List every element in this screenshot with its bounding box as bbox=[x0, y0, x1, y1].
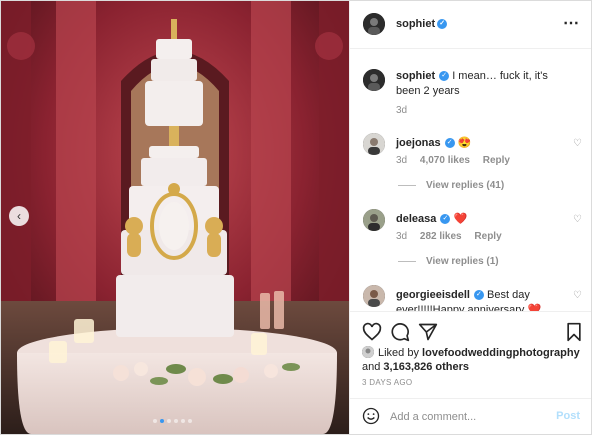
comment-text: georgieeisdell ✓ Best day ever!!!!!Happy … bbox=[396, 288, 568, 311]
verified-badge-icon: ✓ bbox=[473, 290, 484, 301]
post-comment-button[interactable]: Post bbox=[556, 410, 580, 422]
comment-text: deleasa ✓ ❤️ bbox=[396, 212, 568, 227]
post-author-username[interactable]: sophiet ✓ bbox=[396, 18, 448, 30]
post-actions-bar bbox=[350, 311, 591, 348]
likes-count[interactable]: 3,163,826 others bbox=[383, 361, 469, 373]
caption-username[interactable]: sophiet bbox=[396, 70, 435, 82]
post-side-panel: sophiet ✓ ⋯ sophiet ✓ I mean… fuck it, it'… bbox=[349, 1, 591, 434]
likes-and: and bbox=[362, 361, 381, 373]
red-heart-emoji-icon: ❤️ bbox=[453, 213, 468, 225]
verified-badge-icon: ✓ bbox=[440, 214, 451, 225]
carousel-prev-button[interactable]: ‹ bbox=[9, 206, 29, 226]
comment-meta: 3d 4,070 likes Reply bbox=[396, 155, 520, 166]
carousel-dot bbox=[153, 419, 157, 423]
avatar[interactable] bbox=[363, 133, 385, 155]
comment-likes[interactable]: 282 likes bbox=[420, 231, 462, 242]
comment-likes[interactable]: 4,070 likes bbox=[420, 155, 470, 166]
like-heart-icon[interactable] bbox=[362, 322, 382, 342]
sophiet-avatar-icon bbox=[363, 13, 385, 35]
more-options-icon[interactable]: ⋯ bbox=[563, 13, 580, 33]
share-paper-plane-icon[interactable] bbox=[418, 322, 438, 342]
liker-avatar-icon bbox=[362, 346, 374, 359]
comment-like-heart-icon[interactable]: ♡ bbox=[573, 214, 582, 225]
comments-list[interactable]: sophiet ✓ I mean… fuck it, it's been 2 ye… bbox=[350, 49, 591, 311]
carousel-dot bbox=[188, 419, 192, 423]
post-author-username-text: sophiet bbox=[396, 18, 436, 30]
deleasa-avatar-icon bbox=[363, 209, 385, 231]
avatar[interactable] bbox=[363, 209, 385, 231]
emoji-smiley-icon[interactable] bbox=[362, 407, 380, 425]
carousel-indicator bbox=[153, 419, 192, 423]
comment-composer: Post bbox=[350, 398, 591, 434]
carousel-dot bbox=[174, 419, 178, 423]
wedding-cake-image bbox=[1, 1, 349, 434]
verified-badge-icon: ✓ bbox=[437, 19, 448, 30]
verified-badge-icon: ✓ bbox=[444, 138, 455, 149]
comment-like-heart-icon[interactable]: ♡ bbox=[573, 138, 582, 149]
avatar[interactable] bbox=[362, 346, 374, 359]
comment-meta: 3d 282 likes Reply bbox=[396, 231, 512, 242]
joejonas-avatar-icon bbox=[363, 133, 385, 155]
caption-text: sophiet ✓ I mean… fuck it, it's been 2 ye… bbox=[396, 69, 568, 99]
carousel-dot bbox=[167, 419, 171, 423]
likes-prefix: Liked by bbox=[378, 347, 419, 359]
instagram-post: ‹ sophiet ✓ ⋯ sophiet ✓ I mean… fuck it, i… bbox=[0, 0, 592, 435]
comment-time[interactable]: 3d bbox=[396, 155, 407, 166]
save-bookmark-icon[interactable] bbox=[564, 322, 584, 342]
caption-meta: 3d bbox=[396, 105, 417, 116]
caption-time[interactable]: 3d bbox=[396, 105, 407, 116]
comment-username[interactable]: georgieeisdell bbox=[396, 289, 470, 301]
likes-first-user[interactable]: lovefoodweddingphotography bbox=[422, 347, 580, 359]
post-header: sophiet ✓ ⋯ bbox=[350, 1, 591, 49]
divider-line bbox=[398, 260, 416, 262]
view-replies-label: View replies (1) bbox=[426, 256, 499, 267]
reply-button[interactable]: Reply bbox=[483, 155, 510, 166]
reply-button[interactable]: Reply bbox=[474, 231, 501, 242]
comment-username[interactable]: joejonas bbox=[396, 137, 441, 149]
likes-summary: Liked by lovefoodweddingphotography and … bbox=[362, 346, 584, 374]
carousel-dot bbox=[160, 419, 164, 423]
comment-like-heart-icon[interactable]: ♡ bbox=[573, 290, 582, 301]
view-replies-button[interactable]: View replies (41) bbox=[398, 180, 504, 191]
comment-username[interactable]: deleasa bbox=[396, 213, 436, 225]
add-comment-input[interactable] bbox=[390, 409, 540, 425]
sophiet-avatar-icon bbox=[363, 69, 385, 91]
avatar[interactable] bbox=[363, 285, 385, 307]
avatar[interactable] bbox=[363, 13, 385, 35]
heart-eyes-emoji-icon: 😍 bbox=[457, 137, 472, 149]
post-photo[interactable]: ‹ bbox=[1, 1, 349, 434]
view-replies-label: View replies (41) bbox=[426, 180, 505, 191]
avatar[interactable] bbox=[363, 69, 385, 91]
georgieeisdell-avatar-icon bbox=[363, 285, 385, 307]
comment-bubble-icon[interactable] bbox=[390, 322, 410, 342]
view-replies-button[interactable]: View replies (1) bbox=[398, 256, 499, 267]
comment-time[interactable]: 3d bbox=[396, 231, 407, 242]
divider-line bbox=[398, 184, 416, 186]
red-heart-emoji-icon: ❤️ bbox=[527, 304, 542, 311]
post-timestamp[interactable]: 3 DAYS AGO bbox=[362, 378, 412, 387]
verified-badge-icon: ✓ bbox=[439, 71, 450, 82]
carousel-dot bbox=[181, 419, 185, 423]
comment-text: joejonas ✓ 😍 bbox=[396, 136, 568, 151]
